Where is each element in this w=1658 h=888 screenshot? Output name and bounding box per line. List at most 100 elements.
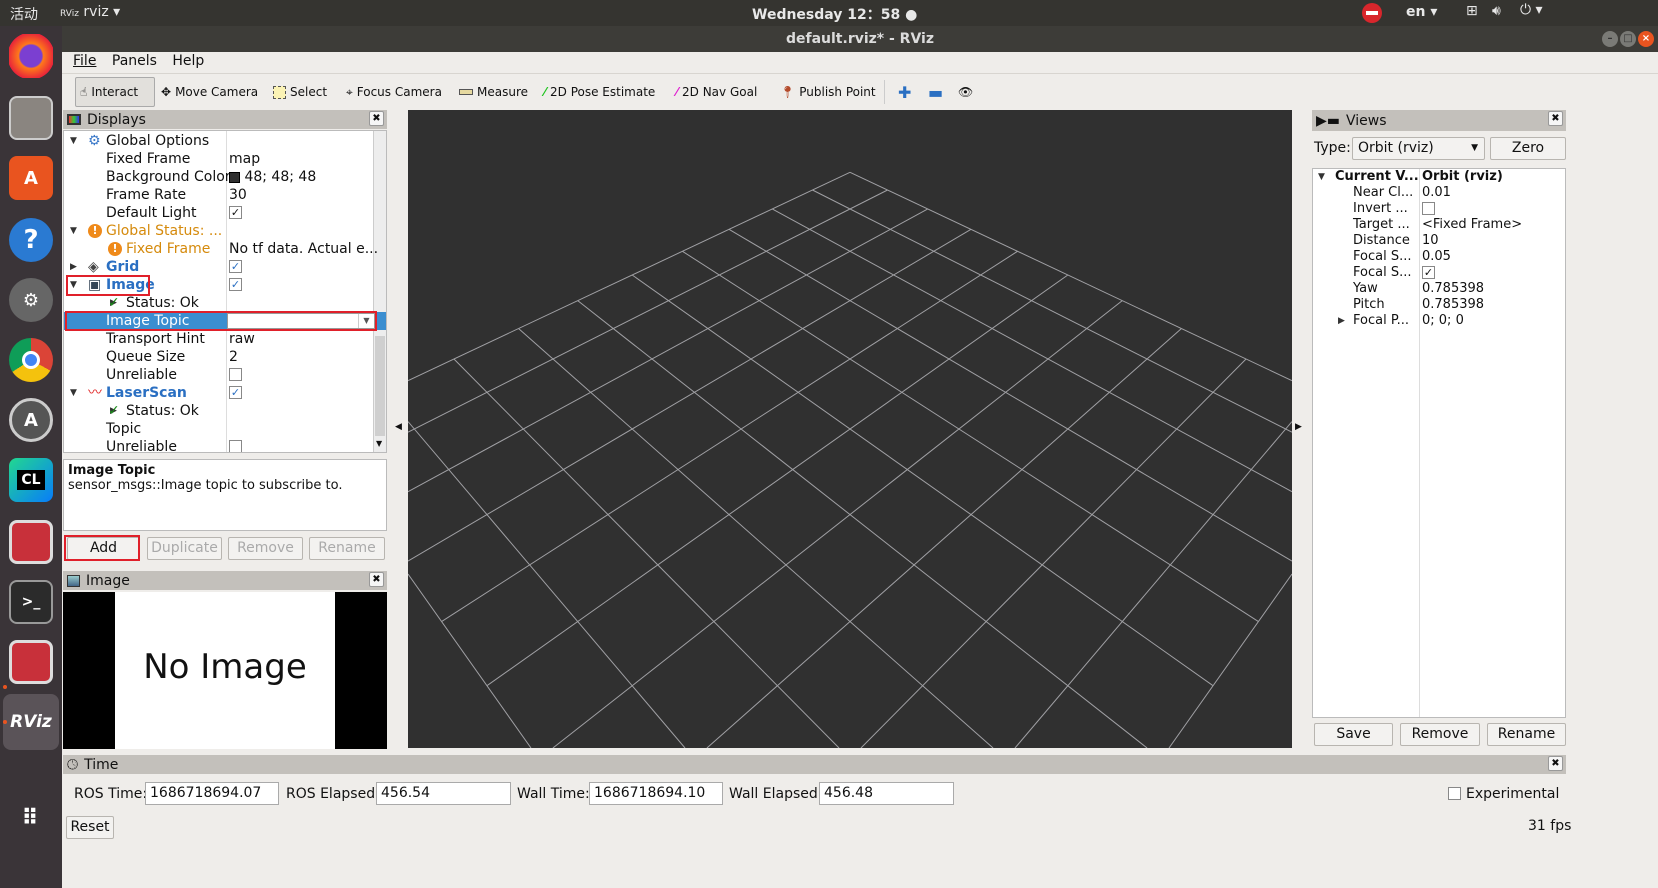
close-panel-button[interactable]: ✖ — [1548, 111, 1563, 126]
close-panel-button[interactable]: ✖ — [369, 572, 384, 587]
help-icon[interactable]: ? — [9, 218, 53, 262]
property-checkbox[interactable]: ✓ — [229, 278, 242, 291]
chrome-icon[interactable] — [9, 338, 53, 382]
property-checkbox[interactable] — [229, 440, 242, 452]
display-tree-row[interactable]: Topic — [64, 420, 386, 438]
tool-move-camera[interactable]: ✥ Move Camera — [157, 77, 262, 107]
view-tree-row[interactable]: Yaw 0.785398 — [1313, 281, 1565, 297]
add-tool-button[interactable]: ✚ — [894, 77, 915, 107]
save-view-button[interactable]: Save — [1314, 723, 1393, 746]
ros-elapsed-field[interactable]: 456.54 — [376, 782, 511, 805]
property-value[interactable]: 48; 48; 48 — [229, 168, 316, 186]
view-type-select[interactable]: Orbit (rviz) ▼ — [1352, 137, 1485, 160]
display-tree-row[interactable]: ▶ ✓ Status: Ok — [64, 294, 386, 312]
property-value[interactable]: 0; 0; 0 — [1422, 313, 1464, 329]
property-value[interactable]: <Fixed Frame> — [1422, 217, 1522, 233]
expand-arrow-icon[interactable]: ▼ — [70, 132, 77, 150]
firefox-icon[interactable] — [9, 34, 53, 78]
menu-help[interactable]: Help — [172, 53, 204, 69]
display-tree-row[interactable]: ▼ 〰 LaserScan ✓ — [64, 384, 386, 402]
property-value[interactable]: raw — [229, 330, 255, 348]
display-tree-row[interactable]: Default Light ✓ — [64, 204, 386, 222]
collapse-right-icon[interactable]: ▶ — [1295, 422, 1302, 432]
display-tree-row[interactable]: Queue Size 2 — [64, 348, 386, 366]
software-center-icon[interactable]: A — [9, 156, 53, 200]
view-tree-row[interactable]: Focal S... 0.05 — [1313, 249, 1565, 265]
menu-file[interactable]: File — [73, 53, 96, 69]
rename-view-button[interactable]: Rename — [1487, 723, 1566, 746]
terminal-icon[interactable]: >_ — [9, 580, 53, 624]
close-window-button[interactable]: × — [1638, 31, 1654, 47]
tool-publish-point[interactable]: 📍︎ Publish Point — [776, 77, 880, 107]
network-icon[interactable]: ⊞ — [1466, 3, 1478, 19]
remove-view-button[interactable]: Remove — [1400, 723, 1480, 746]
rviz-icon[interactable]: RViz — [3, 694, 59, 750]
terminator-icon[interactable] — [9, 520, 53, 564]
wall-elapsed-field[interactable]: 456.48 — [819, 782, 954, 805]
volume-icon[interactable]: 🔊︎ — [1492, 3, 1501, 19]
display-tree-row[interactable]: ▼ ⚙ Global Options — [64, 132, 386, 150]
view-tree-row[interactable]: Distance 10 — [1313, 233, 1565, 249]
display-tree-row[interactable]: ▶ ✓ Status: Ok — [64, 402, 386, 420]
property-checkbox[interactable]: ✓ — [229, 206, 242, 219]
eye-icon[interactable]: 👁︎ — [954, 77, 977, 107]
tool-select[interactable]: Select — [269, 77, 331, 107]
views-tree[interactable]: ▼ Current V... Orbit (rviz) Near Cl... 0.01 I… — [1312, 168, 1566, 718]
property-value[interactable]: 10 — [1422, 233, 1439, 249]
remove-button[interactable]: Remove — [228, 537, 303, 560]
display-tree-row[interactable]: Background Color 48; 48; 48 — [64, 168, 386, 186]
property-checkbox[interactable] — [229, 368, 242, 381]
wall-time-field[interactable]: 1686718694.10 — [589, 782, 723, 805]
do-not-disturb-icon[interactable] — [1362, 3, 1382, 23]
tool-measure[interactable]: Measure — [455, 77, 532, 107]
display-tree-row[interactable]: ! Fixed Frame No tf data. Actual e... — [64, 240, 386, 258]
property-value[interactable]: 2 — [229, 348, 238, 366]
property-value[interactable]: 0.785398 — [1422, 281, 1484, 297]
view-tree-row[interactable]: Near Cl... 0.01 — [1313, 185, 1565, 201]
collapse-arrow-icon[interactable]: ▶ — [70, 258, 77, 276]
property-checkbox[interactable]: ✓ — [229, 260, 242, 273]
view-tree-row[interactable]: ▼ Current V... Orbit (rviz) — [1313, 169, 1565, 185]
display-tree-row[interactable]: Fixed Frame map — [64, 150, 386, 168]
view-tree-row[interactable]: ▶ Focal P... 0; 0; 0 — [1313, 313, 1565, 329]
view-tree-row[interactable]: Invert ... — [1313, 201, 1565, 217]
view-tree-row[interactable]: Pitch 0.785398 — [1313, 297, 1565, 313]
clock[interactable]: Wednesday 12：58 ● — [752, 4, 917, 24]
display-tree-row[interactable]: Frame Rate 30 — [64, 186, 386, 204]
property-checkbox[interactable]: ✓ — [1422, 266, 1435, 279]
experimental-checkbox[interactable] — [1448, 787, 1461, 800]
settings-icon[interactable]: ⚙ — [9, 278, 53, 322]
property-value[interactable]: 0.01 — [1422, 185, 1451, 201]
tool-2d-nav-goal[interactable]: ⁄ 2D Nav Goal — [672, 77, 761, 107]
remove-tool-button[interactable]: ▬ — [924, 77, 947, 107]
property-value[interactable]: No tf data. Actual e... — [229, 240, 378, 258]
maximize-button[interactable]: □ — [1620, 31, 1636, 47]
display-tree-row[interactable]: Transport Hint raw — [64, 330, 386, 348]
property-value[interactable]: 30 — [229, 186, 247, 204]
power-icon[interactable]: ⏻ ▾ — [1520, 2, 1543, 18]
zero-button[interactable]: Zero — [1490, 137, 1566, 160]
expand-arrow-icon[interactable]: ▼ — [70, 384, 77, 402]
menu-panels[interactable]: Panels — [112, 53, 157, 69]
rename-button[interactable]: Rename — [309, 537, 385, 560]
collapse-arrow-icon[interactable]: ▶ — [1338, 313, 1345, 329]
display-tree-row[interactable]: Unreliable — [64, 366, 386, 384]
close-panel-button[interactable]: ✖ — [1548, 756, 1563, 771]
activities-button[interactable]: 活动 — [10, 4, 38, 24]
clion-icon[interactable]: CL — [9, 458, 53, 502]
terminator-icon[interactable] — [9, 640, 53, 684]
property-value[interactable]: Orbit (rviz) — [1422, 169, 1503, 185]
minimize-button[interactable]: – — [1602, 31, 1618, 47]
property-checkbox[interactable]: ✓ — [229, 386, 242, 399]
tool-focus-camera[interactable]: ⌖ Focus Camera — [342, 77, 446, 107]
close-panel-button[interactable]: ✖ — [369, 111, 384, 126]
app-grid-icon[interactable]: ⠿ — [9, 796, 53, 840]
property-value[interactable]: 0.05 — [1422, 249, 1451, 265]
property-value[interactable]: 0.785398 — [1422, 297, 1484, 313]
display-tree-row[interactable]: ▼! Global Status: ... — [64, 222, 386, 240]
property-value[interactable]: map — [229, 150, 260, 168]
view-tree-row[interactable]: Target ... <Fixed Frame> — [1313, 217, 1565, 233]
property-checkbox[interactable] — [1422, 202, 1435, 215]
ros-time-field[interactable]: 1686718694.07 — [145, 782, 279, 805]
collapse-left-icon[interactable]: ◀ — [395, 422, 402, 432]
